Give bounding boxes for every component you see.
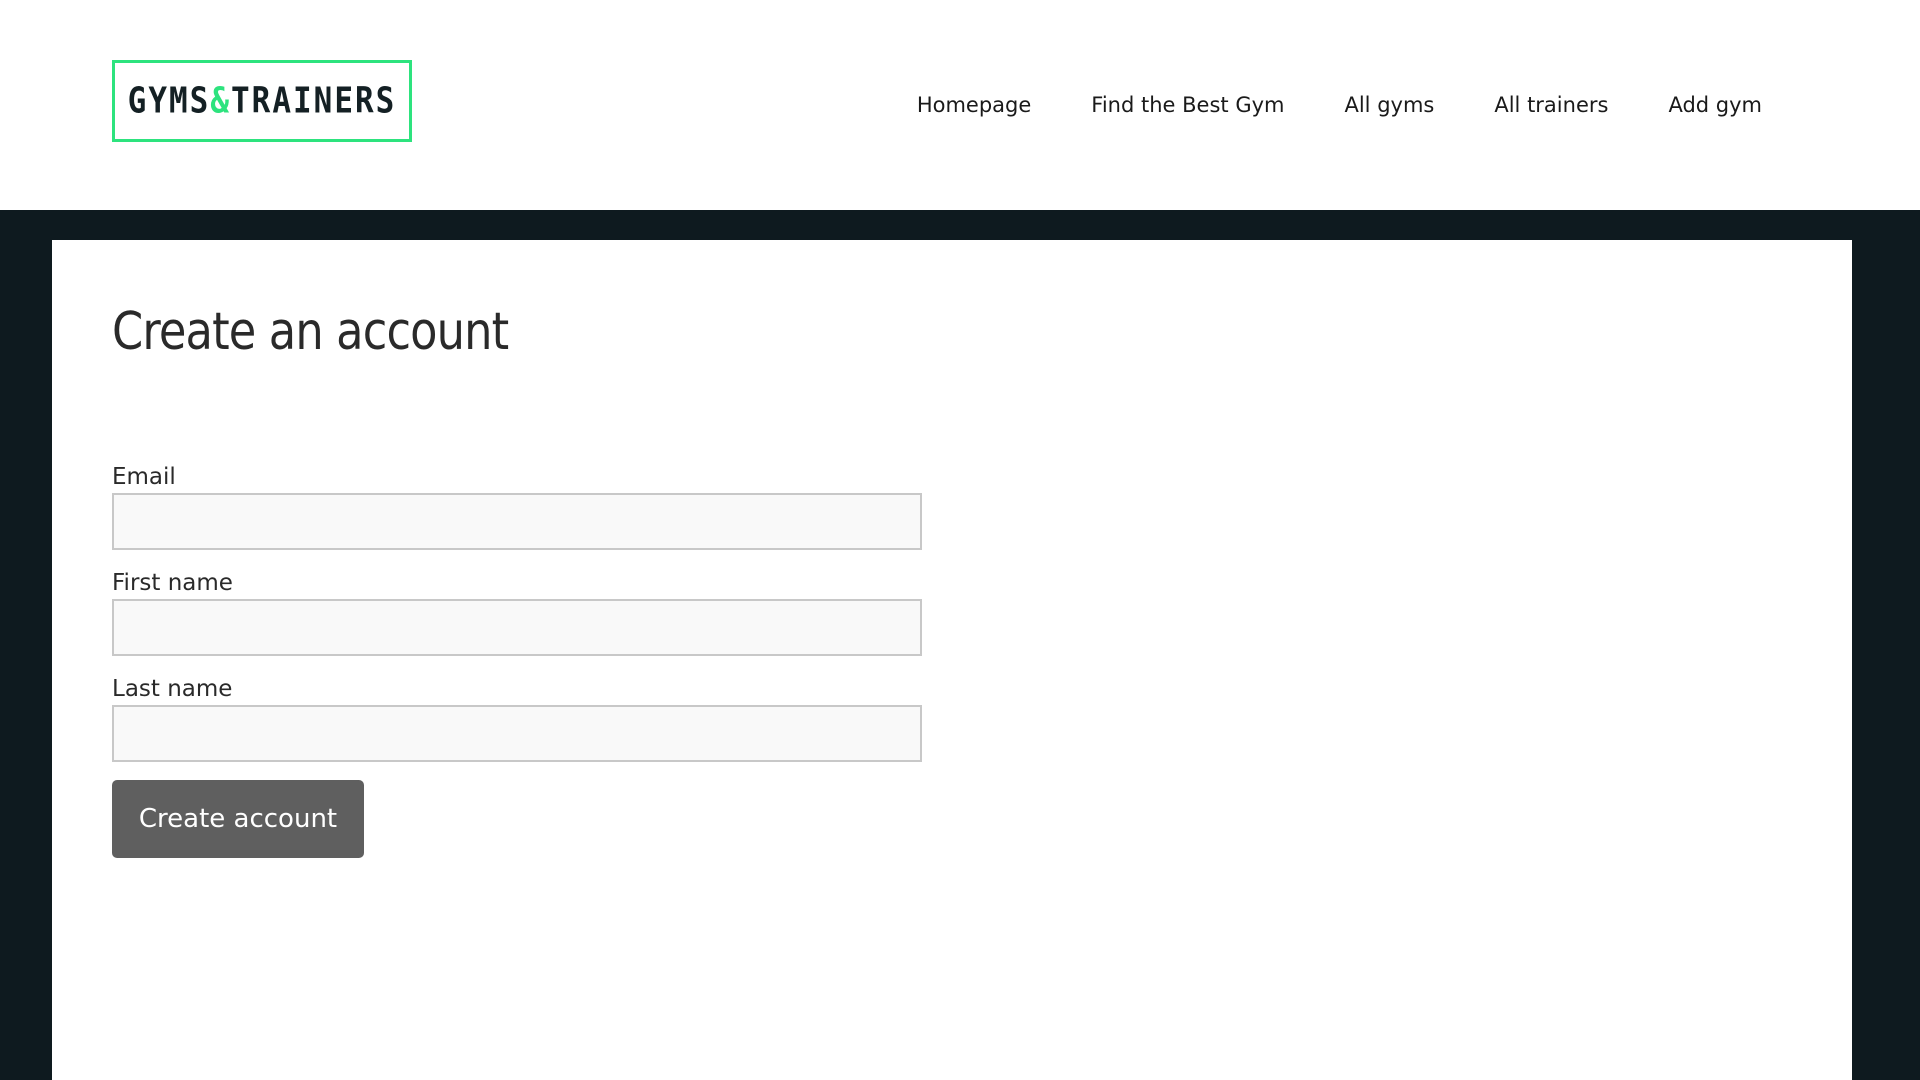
nav-link-add-gym[interactable]: Add gym: [1668, 90, 1762, 120]
page-title: Create an account: [112, 302, 509, 362]
email-field-group: Email: [112, 462, 922, 550]
last-name-input[interactable]: [112, 705, 922, 762]
first-name-input[interactable]: [112, 599, 922, 656]
nav-link-homepage[interactable]: Homepage: [917, 90, 1031, 120]
create-account-button[interactable]: Create account: [112, 780, 364, 858]
first-name-field-group: First name: [112, 568, 922, 656]
last-name-label: Last name: [112, 676, 233, 702]
first-name-label: First name: [112, 570, 233, 596]
logo-text: GYMS&TRAINERS: [128, 80, 397, 121]
logo-part-trainers: TRAINERS: [231, 80, 397, 122]
content-card: Create an account Email First name Last …: [52, 240, 1852, 1080]
email-input[interactable]: [112, 493, 922, 550]
main-nav: Homepage Find the Best Gym All gyms All …: [857, 90, 1762, 120]
create-account-form: Email First name Last name Create accoun…: [112, 462, 922, 858]
site-logo[interactable]: GYMS&TRAINERS: [112, 60, 412, 142]
nav-link-find-best-gym[interactable]: Find the Best Gym: [1091, 90, 1284, 120]
email-label: Email: [112, 464, 176, 490]
last-name-field-group: Last name: [112, 674, 922, 762]
logo-part-gyms: GYMS: [127, 80, 211, 122]
logo-ampersand: &: [210, 80, 231, 122]
nav-link-all-trainers[interactable]: All trainers: [1494, 90, 1608, 120]
nav-link-all-gyms[interactable]: All gyms: [1344, 90, 1434, 120]
site-header: GYMS&TRAINERS Homepage Find the Best Gym…: [0, 0, 1920, 210]
